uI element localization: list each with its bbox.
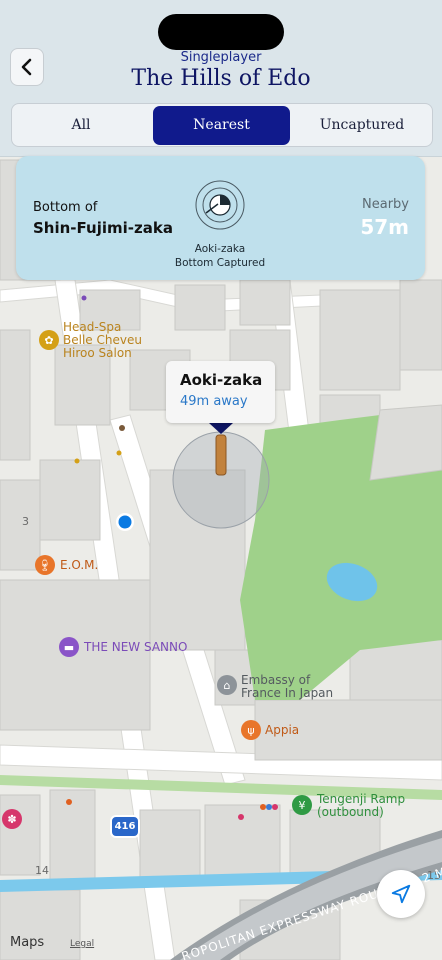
poi-head-spa-label[interactable]: Head-Spa Belle Cheveu Hiroo Salon <box>63 321 142 360</box>
apple-maps-attribution: Maps <box>10 935 44 950</box>
landmark-callout[interactable]: Aoki-zaka 49m away <box>166 361 275 423</box>
fork-knife-icon[interactable]: ψ <box>241 720 261 740</box>
legal-link[interactable]: Legal <box>70 939 94 949</box>
location-name: Shin-Fujimi-zaka <box>33 219 173 237</box>
page-title: The Hills of Edo <box>131 66 311 91</box>
location-arrow-icon <box>391 884 411 904</box>
callout-distance: 49m away <box>180 394 248 409</box>
map-number-label: 3 <box>22 515 29 528</box>
capture-status: Bottom Captured <box>174 257 266 269</box>
map-number-label: 14 <box>35 864 49 877</box>
app-root: ✿ Head-Spa Belle Cheveu Hiroo Salon 🍷︎ E… <box>0 0 442 960</box>
poi-eom-label[interactable]: E.O.M. <box>60 559 98 572</box>
maps-wordmark: Maps <box>10 935 45 950</box>
paw-icon[interactable]: ✽ <box>2 809 22 829</box>
nearby-label: Nearby <box>362 197 409 212</box>
location-prefix: Bottom of <box>33 200 98 215</box>
tab-all[interactable]: All <box>12 104 150 146</box>
poi-appia-label[interactable]: Appia <box>265 724 299 737</box>
bed-icon[interactable]: ▬ <box>59 637 79 657</box>
embassy-icon[interactable]: ⌂ <box>217 675 237 695</box>
poi-embassy-label[interactable]: Embassy of France In Japan <box>241 674 333 700</box>
route-shield: 416 <box>110 815 140 838</box>
wine-icon[interactable]: 🍷︎ <box>35 555 55 575</box>
yen-icon[interactable]: ¥ <box>292 795 312 815</box>
radar-icon <box>195 180 245 230</box>
callout-name: Aoki-zaka <box>180 371 263 389</box>
nearest-captured-name: Aoki-zaka <box>194 243 246 255</box>
nearby-distance: 57m <box>360 215 409 239</box>
tab-nearest[interactable]: Nearest <box>153 106 290 145</box>
header: Singleplayer The Hills of Edo All Neares… <box>0 0 442 157</box>
poi-tengenji-ramp-label[interactable]: Tengenji Ramp (outbound) <box>317 793 405 819</box>
tab-uncaptured[interactable]: Uncaptured <box>293 104 431 146</box>
mode-label: Singleplayer <box>180 50 262 65</box>
current-location-button[interactable] <box>377 870 425 918</box>
dynamic-island <box>158 14 284 50</box>
filter-segmented-control: All Nearest Uncaptured <box>11 103 433 147</box>
lotus-icon[interactable]: ✿ <box>39 330 59 350</box>
poi-new-sanno-label[interactable]: THE NEW SANNO <box>84 641 187 654</box>
nearest-info-card[interactable]: Bottom of Shin-Fujimi-zaka Aoki-zaka Bot… <box>16 156 425 280</box>
